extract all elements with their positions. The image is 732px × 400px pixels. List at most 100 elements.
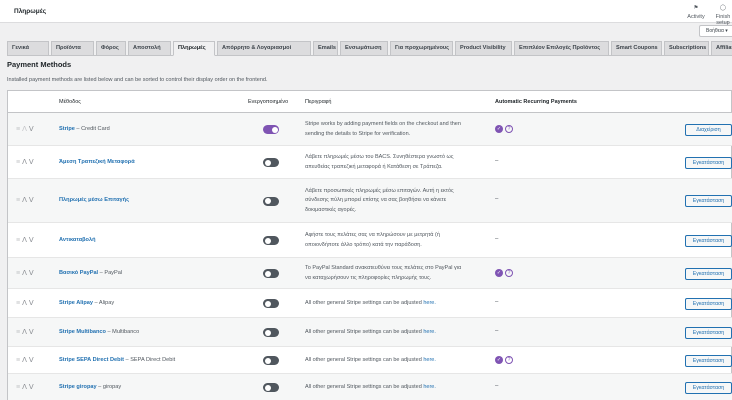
help-circle-icon[interactable]: ? [505, 124, 513, 133]
chevron-up-icon[interactable]: ᐱ [22, 329, 29, 336]
tab-12[interactable]: Subscriptions [664, 41, 709, 56]
setup-button[interactable]: Εγκατάσταση [685, 354, 732, 367]
row-sort-controls[interactable]: ≡ᐱᐯ [16, 299, 36, 307]
payment-method-link[interactable]: Stripe SEPA Direct Debit [59, 357, 124, 363]
tab-2[interactable]: Φόρος [96, 41, 126, 56]
settings-here-link[interactable]: here. [423, 329, 436, 335]
tab-4[interactable]: Πληρωμές [173, 41, 215, 56]
setup-button[interactable]: Εγκατάσταση [685, 195, 732, 207]
settings-here-link[interactable]: here. [423, 300, 436, 306]
payment-method-name: Άμεση Τραπεζική Μεταφορά [59, 159, 135, 165]
chevron-up-icon[interactable]: ᐱ [22, 197, 29, 204]
finish-setup-button[interactable]: ◯ Finish setup [712, 3, 732, 26]
no-recurring-dash: – [495, 382, 499, 389]
chevron-up-icon[interactable]: ᐱ [22, 384, 29, 391]
setup-button[interactable]: Εγκατάσταση [685, 326, 732, 339]
tab-10[interactable]: Επιπλέον Επιλογές Προϊόντος [514, 41, 609, 56]
chevron-up-icon[interactable]: ᐱ [22, 126, 29, 133]
row-sort-controls[interactable]: ≡ᐱᐯ [16, 356, 36, 364]
enabled-toggle[interactable] [263, 125, 279, 134]
chevron-down-icon[interactable]: ᐯ [29, 357, 36, 364]
tab-0[interactable]: Γενικά [7, 41, 49, 56]
enabled-toggle[interactable] [263, 269, 279, 278]
enabled-toggle[interactable] [263, 158, 279, 167]
description-line: να καταχωρήσουν τις πληροφορίες πληρωμής… [305, 274, 495, 284]
chevron-down-icon[interactable]: ᐯ [29, 300, 36, 307]
row-sort-controls[interactable]: ≡ᐱᐯ [16, 196, 36, 204]
chevron-up-icon[interactable]: ᐱ [22, 300, 29, 307]
tab-7[interactable]: Ενσωμάτωση [340, 41, 388, 56]
description-text: Stripe works by adding payment fields on… [305, 121, 461, 127]
payment-method-link[interactable]: Βασικό PayPal [59, 270, 98, 276]
row-sort-controls[interactable]: ≡ᐱᐯ [16, 383, 36, 391]
tab-13[interactable]: Affiliate [711, 41, 732, 56]
description-line: σύνδεσης πύλη μπορεί επίσης να σας βοηθή… [305, 196, 495, 206]
payment-methods-table: Μέθοδος Ενεργοποιημένο Περιγραφή Automat… [7, 90, 732, 400]
payment-method-description: Λάβετε πληρωμές μέσω του BACS. Συνηθέστε… [305, 153, 495, 172]
settings-here-link[interactable]: here. [423, 384, 436, 390]
payment-method-name: Stripe Alipay – Alipay [59, 300, 114, 306]
auto-recurring-cell: – [495, 158, 498, 164]
tab-8[interactable]: Για προχωρημένους [390, 41, 453, 56]
auto-recurring-cell: – [495, 383, 498, 389]
enabled-toggle[interactable] [263, 356, 279, 365]
enabled-toggle[interactable] [263, 196, 279, 206]
payment-method-link[interactable]: Stripe giropay [59, 384, 97, 390]
payment-method-link[interactable]: Αντικαταβολή [59, 237, 96, 243]
payment-method-subtitle: – giropay [96, 383, 122, 390]
enabled-toggle[interactable] [263, 328, 279, 337]
row-sort-controls[interactable]: ≡ᐱᐯ [16, 158, 36, 166]
settings-here-link[interactable]: here. [423, 357, 436, 363]
setup-button[interactable]: Εγκατάσταση [685, 156, 732, 169]
description-line: sending the details to Stripe for verifi… [305, 130, 495, 140]
setup-button[interactable]: Εγκατάσταση [685, 297, 732, 310]
payment-method-subtitle: – SEPA Direct Debit [123, 356, 176, 363]
tab-6[interactable]: Emails [313, 41, 338, 56]
description-line: All other general Stripe settings can be… [305, 356, 495, 366]
row-sort-controls[interactable]: ≡ᐱᐯ [16, 328, 36, 336]
chevron-up-icon[interactable]: ᐱ [22, 159, 29, 166]
tab-9[interactable]: Product Visibility [455, 41, 512, 56]
row-sort-controls[interactable]: ≡ᐱᐯ [16, 269, 36, 277]
help-circle-icon[interactable]: ? [505, 268, 513, 277]
description-line: Stripe works by adding payment fields on… [305, 120, 495, 130]
manage-button[interactable]: Διαχείριση [685, 123, 732, 136]
setup-button[interactable]: Εγκατάσταση [685, 267, 732, 280]
auto-recurring-cell: – [495, 328, 498, 334]
chevron-up-icon[interactable]: ᐱ [22, 357, 29, 364]
row-sort-controls[interactable]: ≡ᐱᐯ [16, 236, 36, 244]
payment-method-description: All other general Stripe settings can be… [305, 328, 495, 338]
tab-5[interactable]: Απόρρητο & Λογαριασμοί [217, 41, 311, 56]
row-sort-controls[interactable]: ≡ᐱᐯ [16, 125, 36, 133]
description-line: Αφήστε τους πελάτες σας να πληρώσουν με … [305, 231, 495, 241]
chevron-down-icon[interactable]: ᐯ [29, 159, 36, 166]
chevron-down-icon[interactable]: ᐯ [29, 384, 36, 391]
chevron-down-icon[interactable]: ᐯ [29, 237, 36, 244]
enabled-toggle[interactable] [263, 236, 279, 245]
tab-1[interactable]: Προϊόντα [51, 41, 94, 56]
chevron-down-icon[interactable]: ᐯ [29, 126, 36, 133]
chevron-up-icon[interactable]: ᐱ [22, 237, 29, 244]
chevron-up-icon[interactable]: ᐱ [22, 270, 29, 277]
setup-button[interactable]: Εγκατάσταση [685, 234, 732, 247]
chevron-down-icon[interactable]: ᐯ [29, 329, 36, 336]
enabled-toggle[interactable] [263, 299, 279, 308]
setup-button[interactable]: Εγκατάσταση [685, 381, 732, 394]
payment-method-link[interactable]: Πληρωμές μέσω Επιταγής [59, 197, 129, 203]
chevron-down-icon[interactable]: ᐯ [29, 270, 36, 277]
activity-button[interactable]: ⚑ Activity [684, 3, 708, 20]
tab-3[interactable]: Αποστολή [128, 41, 171, 56]
enabled-toggle[interactable] [263, 383, 279, 392]
payment-method-link[interactable]: Stripe Multibanco [59, 329, 106, 335]
tab-11[interactable]: Smart Coupons [611, 41, 662, 56]
payment-method-description: All other general Stripe settings can be… [305, 356, 495, 366]
help-dropdown[interactable]: Βοήθεια ▾ [699, 25, 732, 37]
payment-method-name: Stripe SEPA Direct Debit – SEPA Direct D… [59, 357, 175, 363]
payment-method-link[interactable]: Άμεση Τραπεζική Μεταφορά [59, 159, 135, 165]
column-auto-recurring: Automatic Recurring Payments [495, 99, 577, 105]
payment-method-link[interactable]: Stripe [59, 126, 75, 132]
chevron-down-icon[interactable]: ᐯ [29, 197, 36, 204]
payment-method-link[interactable]: Stripe Alipay [59, 300, 93, 306]
help-circle-icon[interactable]: ? [505, 355, 513, 364]
auto-recurring-cell: ✓? [495, 355, 513, 364]
